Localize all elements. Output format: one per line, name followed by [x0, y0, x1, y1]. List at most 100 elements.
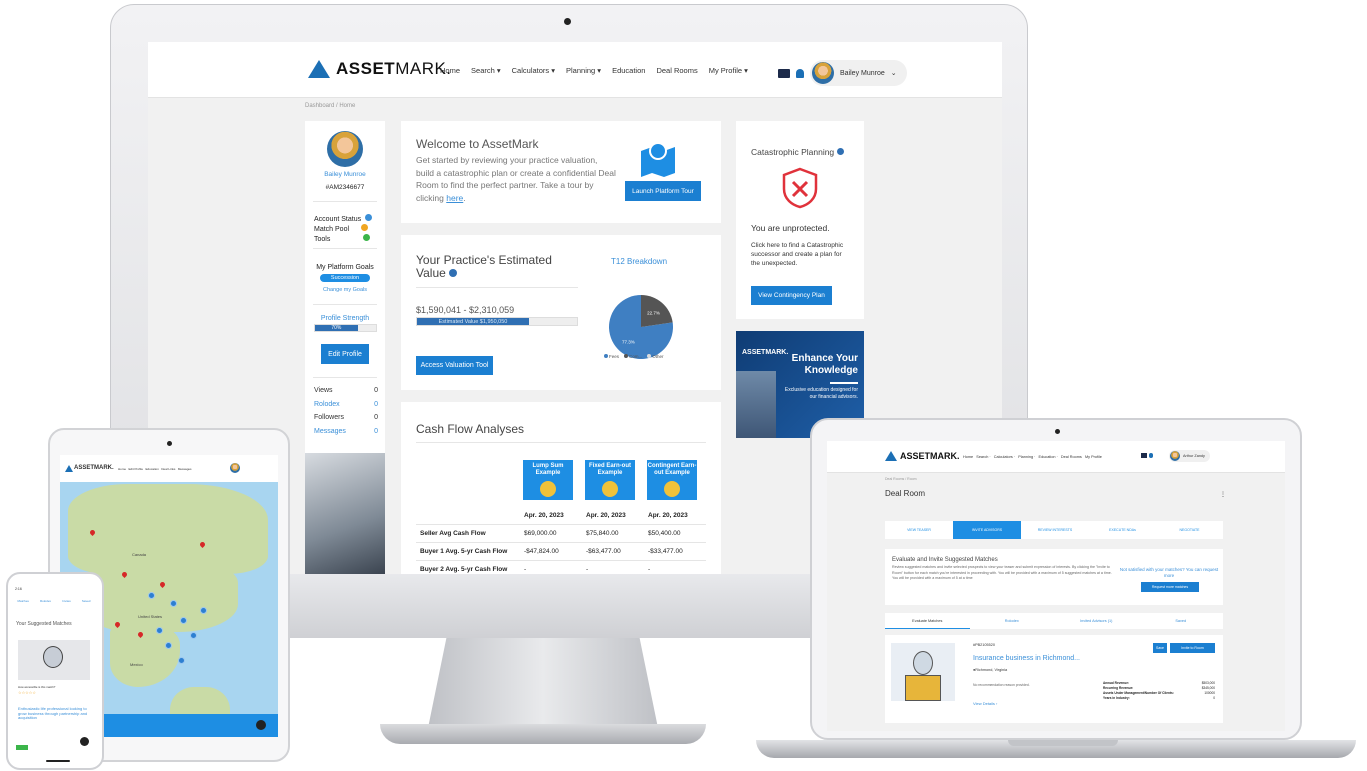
legend-item[interactable]: Fees [604, 354, 619, 359]
more-options-icon[interactable]: ⋮ [1220, 491, 1226, 498]
stat-rolodex[interactable]: Rolodex 0 [314, 398, 378, 412]
phone-tab-rolodex[interactable]: Rolodex [40, 599, 51, 603]
nav-education[interactable]: Education [612, 66, 645, 75]
chat-icon[interactable] [256, 720, 266, 730]
view-details-link[interactable]: View Details › [973, 701, 997, 706]
tab-saved[interactable]: Saved [1139, 613, 1224, 629]
mail-icon[interactable] [778, 68, 790, 78]
match-stats: Annual Revenue: $503,000 Recurring Revenu… [1103, 681, 1215, 701]
bell-icon[interactable] [796, 68, 804, 78]
launch-tour-button[interactable]: Launch Platform Tour [625, 181, 701, 201]
laptop-notch [1008, 740, 1118, 746]
legend-item[interactable]: Other [647, 354, 664, 359]
map-cluster[interactable] [156, 627, 163, 634]
step-review-interests[interactable]: REVIEW INTERESTS [1021, 521, 1089, 539]
step-execute-ndas[interactable]: EXECUTE NDAs [1089, 521, 1156, 539]
save-button[interactable]: Save [1153, 643, 1167, 653]
lump-sum-tile[interactable]: Lump Sum Example [523, 460, 573, 500]
phone-time: 2:16 [15, 587, 22, 591]
stat-row: Years in Industry: 0 [1103, 696, 1215, 700]
tour-link[interactable]: here [446, 193, 463, 203]
phone-tab-invites[interactable]: Invites [62, 599, 71, 603]
tab-invited-advisors[interactable]: Invited Advisors (1) [1054, 613, 1139, 629]
imac-stand [428, 638, 658, 728]
evaluate-title: Evaluate and Invite Suggested Matches [892, 557, 998, 563]
laptop-nav-menu[interactable]: Home Search · Calculators · Planning · E… [963, 455, 1102, 459]
map-cluster[interactable] [180, 617, 187, 624]
map-cluster[interactable] [178, 657, 185, 664]
user-menu[interactable]: Bailey Munroe ⌄ [810, 60, 907, 86]
mail-icon[interactable] [1141, 453, 1147, 458]
tablet-nav[interactable]: Home Edit Profile Education Deal Links M… [118, 467, 192, 471]
evaluate-body: Review suggested matches and invite sele… [892, 565, 1112, 580]
request-more-button[interactable]: Request more matches [1141, 582, 1199, 592]
chat-icon[interactable] [80, 737, 89, 746]
map-cluster[interactable] [165, 642, 172, 649]
welcome-body: Get started by reviewing your practice v… [416, 155, 616, 203]
map-cluster[interactable] [170, 600, 177, 607]
info-icon[interactable] [365, 214, 373, 221]
bell-icon[interactable] [1149, 453, 1153, 458]
welcome-card: Welcome to AssetMark Get started by revi… [401, 121, 721, 223]
check-icon [363, 234, 371, 241]
divider [313, 377, 377, 378]
info-icon[interactable] [449, 269, 458, 277]
phone-tab-saved[interactable]: Saved [82, 599, 91, 603]
step-view-teaser[interactable]: VIEW TEASER [885, 521, 953, 539]
nav-my-profile[interactable]: My Profile ▾ [709, 66, 748, 75]
access-valuation-button[interactable]: Access Valuation Tool [416, 356, 493, 375]
stat-messages[interactable]: Messages 0 [314, 425, 378, 439]
step-invite-advisors[interactable]: INVITE ADVISORS [953, 521, 1021, 539]
change-goals-link[interactable]: Change my Goals [305, 287, 385, 293]
contingent-earnout-tile[interactable]: Contingent Earn-out Example [647, 460, 697, 500]
avatar [812, 62, 834, 84]
nav-planning[interactable]: Planning ▾ [566, 66, 601, 75]
map-cluster[interactable] [148, 592, 155, 599]
phone-match-title[interactable]: Enthusiastic life professional looking t… [18, 706, 88, 721]
map-cluster[interactable] [200, 607, 207, 614]
phone-tab-matches[interactable]: Matches [18, 599, 29, 603]
phone-match-image [18, 640, 90, 680]
catastrophic-body[interactable]: Click here to find a Catastrophic succes… [751, 241, 851, 268]
coin-icon [540, 481, 556, 497]
star-rating-icon[interactable]: ☆☆☆☆☆ [18, 690, 36, 695]
nav-search[interactable]: Search ▾ [471, 66, 501, 75]
laptop-user-menu[interactable]: Arthur Zandy [1169, 450, 1210, 462]
divider [416, 442, 706, 443]
valuation-range: $1,590,041 - $2,310,059 [416, 305, 515, 315]
logo-icon [885, 451, 897, 461]
cashflow-title: Cash Flow Analyses [416, 422, 525, 436]
phone-screen: 2:16 Matches Rolodex Invites Saved Your … [12, 585, 96, 755]
info-icon[interactable] [836, 148, 844, 155]
phone-heading: Your Suggested Matches [16, 621, 72, 627]
profile-name[interactable]: Bailey Munroe [305, 171, 385, 178]
step-negotiate[interactable]: NEGOTIATE [1156, 521, 1223, 539]
invite-to-room-button[interactable]: Invite to Room [1170, 643, 1215, 653]
t12-title[interactable]: T12 Breakdown [611, 257, 667, 266]
tab-evaluate-matches[interactable]: Evaluate Matches [885, 613, 970, 629]
tab-rolodex[interactable]: Rolodex [970, 613, 1055, 629]
legend-item[interactable]: Com... [624, 354, 642, 359]
brand-logo[interactable]: ASSETMARK. [308, 59, 452, 79]
column-date: Apr. 20, 2023 [524, 512, 564, 519]
edit-profile-button[interactable]: Edit Profile [321, 344, 369, 364]
view-contingency-button[interactable]: View Contingency Plan [751, 286, 832, 305]
imac-camera [564, 18, 571, 25]
table-row: Seller Avg Cash Flow $69,000.00 $75,840.00… [416, 524, 706, 543]
laptop-logo[interactable]: ASSETMARK. [885, 451, 960, 461]
catastrophic-title: Catastrophic Planning [751, 147, 844, 157]
status-list: Account Status Match Pool Tools [314, 214, 373, 244]
nav-home[interactable]: Home [440, 66, 460, 75]
map-cluster[interactable] [190, 632, 197, 639]
avatar[interactable] [230, 463, 240, 473]
match-title[interactable]: Insurance business in Richmond... [973, 655, 1080, 662]
match-pool-label: Match Pool [314, 226, 350, 233]
fixed-earnout-tile[interactable]: Fixed Earn-out Example [585, 460, 635, 500]
tablet-brand[interactable]: ASSETMARK. [74, 465, 114, 471]
phone-badge [16, 745, 28, 750]
strength-fill: 70% [315, 325, 358, 331]
account-status-label: Account Status [314, 216, 362, 223]
laptop-navbar: ASSETMARK. Home Search · Calculators · P… [827, 441, 1285, 473]
nav-calculators[interactable]: Calculators ▾ [512, 66, 555, 75]
nav-deal-rooms[interactable]: Deal Rooms [656, 66, 697, 75]
